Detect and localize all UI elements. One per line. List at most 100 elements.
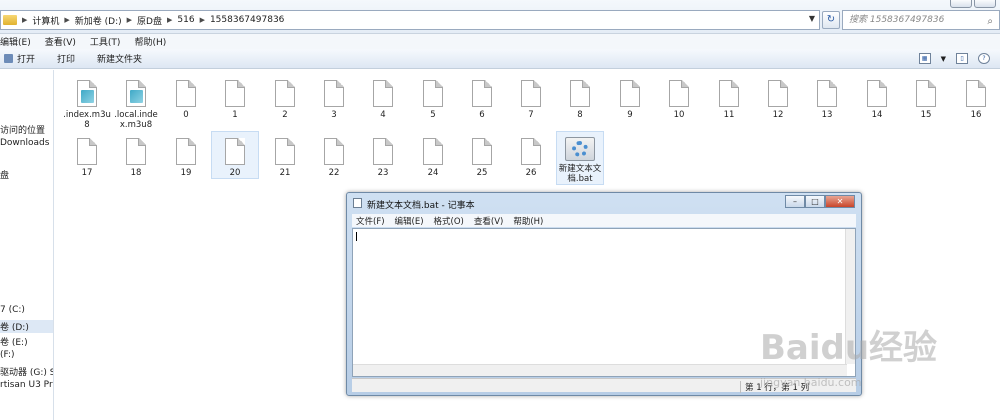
file-icon <box>521 80 541 107</box>
file-name: 4 <box>380 110 386 120</box>
menu-file[interactable]: 文件(F) <box>356 215 385 227</box>
chevron-right-icon[interactable]: ▶ <box>200 16 205 24</box>
file-item[interactable]: 1 <box>211 74 259 120</box>
file-name: 5 <box>430 110 436 120</box>
file-item[interactable]: 5 <box>409 74 457 120</box>
file-item[interactable]: 18 <box>112 132 160 178</box>
view-controls: ▦ ▼ ▯ ? <box>918 53 990 64</box>
help-icon[interactable]: ? <box>978 53 990 64</box>
address-bar[interactable]: ▶ 计算机 ▶ 新加卷 (D:) ▶ 原D盘 ▶ 516 ▶ 155836749… <box>0 10 820 30</box>
menu-tools[interactable]: 工具(T) <box>90 35 121 48</box>
m3u8-file-icon <box>77 80 97 107</box>
file-name: 23 <box>377 168 389 178</box>
file-item[interactable]: 9 <box>606 74 654 120</box>
nav-item-recent-places[interactable]: 访问的位置 <box>0 123 45 136</box>
print-label: 打印 <box>57 55 76 65</box>
file-item[interactable]: 22 <box>310 132 358 178</box>
file-item[interactable]: 8 <box>556 74 604 120</box>
nav-item-drive-g[interactable]: 驱动器 (G:) Sma <box>0 365 53 378</box>
chevron-down-icon[interactable]: ▼ <box>941 55 946 63</box>
file-icon <box>719 80 739 107</box>
nav-item-drive-e[interactable]: 卷 (E:) <box>0 335 28 348</box>
folder-icon <box>3 15 17 25</box>
chevron-right-icon[interactable]: ▶ <box>127 16 132 24</box>
file-item[interactable]: 16 <box>952 74 1000 120</box>
search-icon[interactable]: ⌕ <box>987 13 993 31</box>
file-icon <box>472 80 492 107</box>
file-item[interactable]: 20 <box>211 131 259 179</box>
chevron-right-icon[interactable]: ▶ <box>167 16 172 24</box>
file-icon <box>373 138 393 165</box>
file-icon <box>669 80 689 107</box>
chevron-down-icon[interactable]: ▼ <box>809 14 815 23</box>
file-item[interactable]: 13 <box>803 74 851 120</box>
nav-item-usb-drive[interactable]: rtisan U3 Pro <box>0 380 53 390</box>
nav-item-network-drive[interactable]: 盘 <box>0 168 9 181</box>
restore-button[interactable] <box>950 0 972 8</box>
window-title: 新建文本文档.bat - 记事本 <box>367 201 475 211</box>
menu-edit[interactable]: 编辑(E) <box>0 35 31 48</box>
change-view-icon[interactable]: ▦ <box>918 53 931 64</box>
file-item[interactable]: 4 <box>359 74 407 120</box>
menu-help[interactable]: 帮助(H) <box>134 35 166 48</box>
breadcrumb-folder-516[interactable]: 516 <box>177 15 194 25</box>
file-item[interactable]: 14 <box>853 74 901 120</box>
file-icon <box>472 138 492 165</box>
menu-format[interactable]: 格式(O) <box>434 215 464 227</box>
file-item[interactable]: 23 <box>359 132 407 178</box>
file-item[interactable]: 0 <box>162 74 210 120</box>
file-name: 16 <box>970 110 982 120</box>
file-icon <box>275 80 295 107</box>
file-item[interactable]: 25 <box>458 132 506 178</box>
nav-item-drive-d[interactable]: 卷 (D:) <box>0 320 53 333</box>
menu-bar: 编辑(E) 查看(V) 工具(T) 帮助(H) <box>0 34 1000 49</box>
file-item[interactable]: 12 <box>754 74 802 120</box>
file-item[interactable]: .local.index.m3u8 <box>112 74 160 130</box>
preview-pane-icon[interactable]: ▯ <box>956 53 968 64</box>
file-item[interactable]: 2 <box>261 74 309 120</box>
menu-view[interactable]: 查看(V) <box>474 215 503 227</box>
nav-item-drive-c[interactable]: 7 (C:) <box>0 305 25 315</box>
file-item[interactable]: 10 <box>655 74 703 120</box>
file-item[interactable]: 15 <box>902 74 950 120</box>
print-button[interactable]: 打印 <box>57 52 75 65</box>
chevron-right-icon[interactable]: ▶ <box>64 16 69 24</box>
nav-item-downloads[interactable]: Downloads <box>0 138 49 148</box>
file-name: 20 <box>229 168 241 178</box>
search-input[interactable]: 搜索 1558367497836 ⌕ <box>842 10 1000 30</box>
text-caret <box>356 232 357 241</box>
file-name: 8 <box>577 110 583 120</box>
minimize-button[interactable]: – <box>785 195 805 208</box>
notepad-menu-bar: 文件(F) 编辑(E) 格式(O) 查看(V) 帮助(H) <box>352 214 856 227</box>
file-name: 14 <box>871 110 883 120</box>
file-item[interactable]: 6 <box>458 74 506 120</box>
file-item[interactable]: 24 <box>409 132 457 178</box>
file-item[interactable]: 11 <box>705 74 753 120</box>
nav-item-drive-f[interactable]: (F:) <box>0 350 15 360</box>
breadcrumb-folder-original-d[interactable]: 原D盘 <box>137 14 162 27</box>
breadcrumb-folder-current[interactable]: 1558367497836 <box>210 15 284 25</box>
refresh-icon: ↻ <box>826 14 836 25</box>
close-button[interactable]: ✕ <box>825 195 855 208</box>
file-item[interactable]: 26 <box>507 132 555 178</box>
open-label: 打开 <box>17 55 36 65</box>
file-item[interactable]: 19 <box>162 132 210 178</box>
breadcrumb-drive-d[interactable]: 新加卷 (D:) <box>75 14 122 27</box>
file-item[interactable]: 7 <box>507 74 555 120</box>
menu-edit[interactable]: 编辑(E) <box>395 215 424 227</box>
maximize-button[interactable]: □ <box>805 195 825 208</box>
file-item[interactable]: 17 <box>63 132 111 178</box>
chevron-right-icon[interactable]: ▶ <box>22 16 27 24</box>
file-item[interactable]: 21 <box>261 132 309 178</box>
refresh-button[interactable]: ↻ <box>822 11 840 29</box>
new-folder-button[interactable]: 新建文件夹 <box>97 52 142 65</box>
open-button[interactable]: 打开 <box>4 52 35 65</box>
menu-view[interactable]: 查看(V) <box>45 35 76 48</box>
file-icon <box>126 138 146 165</box>
file-item[interactable]: 3 <box>310 74 358 120</box>
close-button[interactable] <box>974 0 996 8</box>
menu-help[interactable]: 帮助(H) <box>513 215 543 227</box>
breadcrumb-computer[interactable]: 计算机 <box>32 14 59 27</box>
file-item[interactable]: .index.m3u8 <box>63 74 111 130</box>
file-item[interactable]: 新建文本文档.bat <box>556 131 604 185</box>
